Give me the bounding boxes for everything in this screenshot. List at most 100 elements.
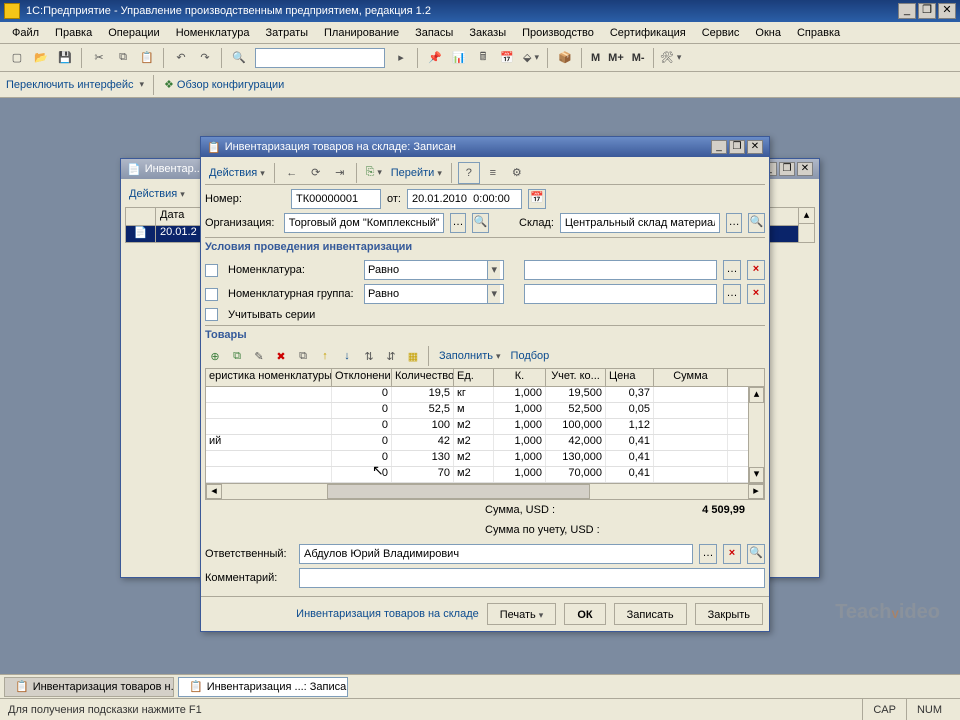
scroll-up-icon[interactable]: ▴ <box>749 387 764 403</box>
menu-costs[interactable]: Затраты <box>258 25 317 41</box>
settings-icon[interactable]: ⚙ <box>506 162 528 184</box>
menu-certification[interactable]: Сертификация <box>602 25 694 41</box>
resp-ellipsis-button[interactable]: … <box>699 544 717 564</box>
goods-grid[interactable]: еристика номенклатуры Отклонение Количес… <box>205 368 765 500</box>
nomen-group-ellipsis-button[interactable]: … <box>723 284 741 304</box>
menu-production[interactable]: Производство <box>514 25 602 41</box>
col-k[interactable]: К. <box>494 369 546 386</box>
minimize-button[interactable]: _ <box>898 3 916 19</box>
comment-input[interactable] <box>299 568 765 588</box>
wh-lookup-button[interactable]: 🔍 <box>748 213 765 233</box>
nomen-checkbox[interactable] <box>205 264 218 277</box>
dialog-titlebar[interactable]: 📋 Инвентаризация товаров на складе: Запи… <box>201 137 769 157</box>
calc-icon[interactable]: 🖩 <box>472 47 494 69</box>
org-lookup-button[interactable]: 🔍 <box>472 213 489 233</box>
col-deviation[interactable]: Отклонение <box>332 369 392 386</box>
table-row[interactable]: 052,5м1,00052,5000,05 <box>206 403 764 419</box>
resp-input[interactable] <box>299 544 693 564</box>
m-button[interactable]: M <box>588 52 603 64</box>
grid-add-icon[interactable]: ⊕ <box>205 346 225 366</box>
go-icon[interactable]: ▸ <box>390 47 412 69</box>
resp-lookup-button[interactable]: 🔍 <box>747 544 765 564</box>
nomen-group-value-input[interactable] <box>524 284 717 304</box>
col-quantity[interactable]: Количество <box>392 369 454 386</box>
grid-down-icon[interactable]: ↓ <box>337 346 357 366</box>
nomen-clear-button[interactable]: × <box>747 260 765 280</box>
menu-planning[interactable]: Планирование <box>316 25 407 41</box>
grid-sort-asc-icon[interactable]: ⇅ <box>359 346 379 366</box>
menu-edit[interactable]: Правка <box>47 25 100 41</box>
paste-icon[interactable]: 📋 <box>136 47 158 69</box>
dialog-restore-button[interactable]: ❐ <box>729 140 745 154</box>
fill-button[interactable]: Заполнить <box>435 350 505 362</box>
grid-up-icon[interactable]: ↑ <box>315 346 335 366</box>
grid-sort-desc-icon[interactable]: ⇵ <box>381 346 401 366</box>
menu-help[interactable]: Справка <box>789 25 848 41</box>
menu-operations[interactable]: Операции <box>100 25 167 41</box>
col-acc-qty[interactable]: Учет. ко... <box>546 369 606 386</box>
col-sum[interactable]: Сумма <box>654 369 728 386</box>
restore-button[interactable]: ❐ <box>918 3 936 19</box>
nomen-ellipsis-button[interactable]: … <box>723 260 741 280</box>
table-row[interactable]: 0130м21,000130,0000,41 <box>206 451 764 467</box>
org-input[interactable] <box>284 213 444 233</box>
menu-file[interactable]: Файл <box>4 25 47 41</box>
resp-clear-button[interactable]: × <box>723 544 741 564</box>
m-plus-button[interactable]: M+ <box>605 52 627 64</box>
table-row[interactable]: 019,5кг1,00019,5000,37 <box>206 387 764 403</box>
menu-service[interactable]: Сервис <box>694 25 748 41</box>
m-minus-button[interactable]: M- <box>629 52 648 64</box>
table-row[interactable]: 070м21,00070,0000,41 <box>206 467 764 483</box>
pin-icon[interactable]: 📌 <box>424 47 446 69</box>
task-button-2[interactable]: 📋Инвентаризация ...: Записан <box>178 677 348 697</box>
save-button[interactable]: Записать <box>614 603 687 625</box>
menu-stock[interactable]: Запасы <box>407 25 461 41</box>
wh-input[interactable] <box>560 213 720 233</box>
dialog-actions-button[interactable]: Действия <box>205 167 269 179</box>
nomen-group-op-select[interactable]: Равно <box>364 284 504 304</box>
grid-vscroll[interactable]: ▴ ▾ <box>748 387 764 483</box>
undo-icon[interactable]: ↶ <box>170 47 192 69</box>
calendar-icon[interactable]: 📅 <box>496 47 518 69</box>
number-input[interactable] <box>291 189 381 209</box>
grid-hscroll[interactable]: ◂ ▸ <box>206 483 764 499</box>
menu-windows[interactable]: Окна <box>747 25 789 41</box>
col-characteristic[interactable]: еристика номенклатуры <box>206 369 332 386</box>
series-checkbox[interactable] <box>205 308 218 321</box>
ok-button[interactable]: ОК <box>564 603 605 625</box>
more-icon[interactable]: ⬙ <box>520 47 542 69</box>
bg-restore-button[interactable]: ❐ <box>779 162 795 176</box>
scroll-down-icon[interactable]: ▾ <box>749 467 764 483</box>
hscroll-thumb[interactable] <box>327 484 590 499</box>
nomen-op-select[interactable]: Равно <box>364 260 504 280</box>
new-icon[interactable]: ▢ <box>6 47 28 69</box>
tools-icon[interactable]: 🛠 <box>660 47 682 69</box>
nomen-group-checkbox[interactable] <box>205 288 218 301</box>
open-icon[interactable]: 📂 <box>30 47 52 69</box>
bg-close-button[interactable]: ✕ <box>797 162 813 176</box>
post-icon[interactable]: ⇥ <box>329 162 351 184</box>
task-button-1[interactable]: 📋Инвентаризация товаров н... <box>4 677 174 697</box>
back-icon[interactable]: ← <box>281 162 303 184</box>
table-row[interactable]: 0100м21,000100,0001,12 <box>206 419 764 435</box>
scroll-left-icon[interactable]: ◂ <box>206 484 222 499</box>
list-icon[interactable]: ≡ <box>482 162 504 184</box>
print-button[interactable]: Печать <box>487 603 557 625</box>
table-row[interactable]: ий042м21,00042,0000,41 <box>206 435 764 451</box>
scroll-right-icon[interactable]: ▸ <box>748 484 764 499</box>
close-button[interactable]: ✕ <box>938 3 956 19</box>
nomen-group-clear-button[interactable]: × <box>747 284 765 304</box>
goto-button[interactable]: Перейти <box>387 167 446 179</box>
save-icon[interactable]: 💾 <box>54 47 76 69</box>
copy-icon[interactable]: ⧉ <box>112 47 134 69</box>
date-input[interactable] <box>407 189 522 209</box>
box-icon[interactable]: 📦 <box>554 47 576 69</box>
help-icon[interactable]: ? <box>458 162 480 184</box>
date-picker-button[interactable]: 📅 <box>528 189 546 209</box>
find-icon[interactable]: 🔍 <box>228 47 250 69</box>
close-dialog-button[interactable]: Закрыть <box>695 603 763 625</box>
nomen-value-input[interactable] <box>524 260 717 280</box>
menu-orders[interactable]: Заказы <box>461 25 514 41</box>
bg-scroll-up[interactable]: ▴ <box>799 208 814 224</box>
search-combo[interactable] <box>255 48 385 68</box>
